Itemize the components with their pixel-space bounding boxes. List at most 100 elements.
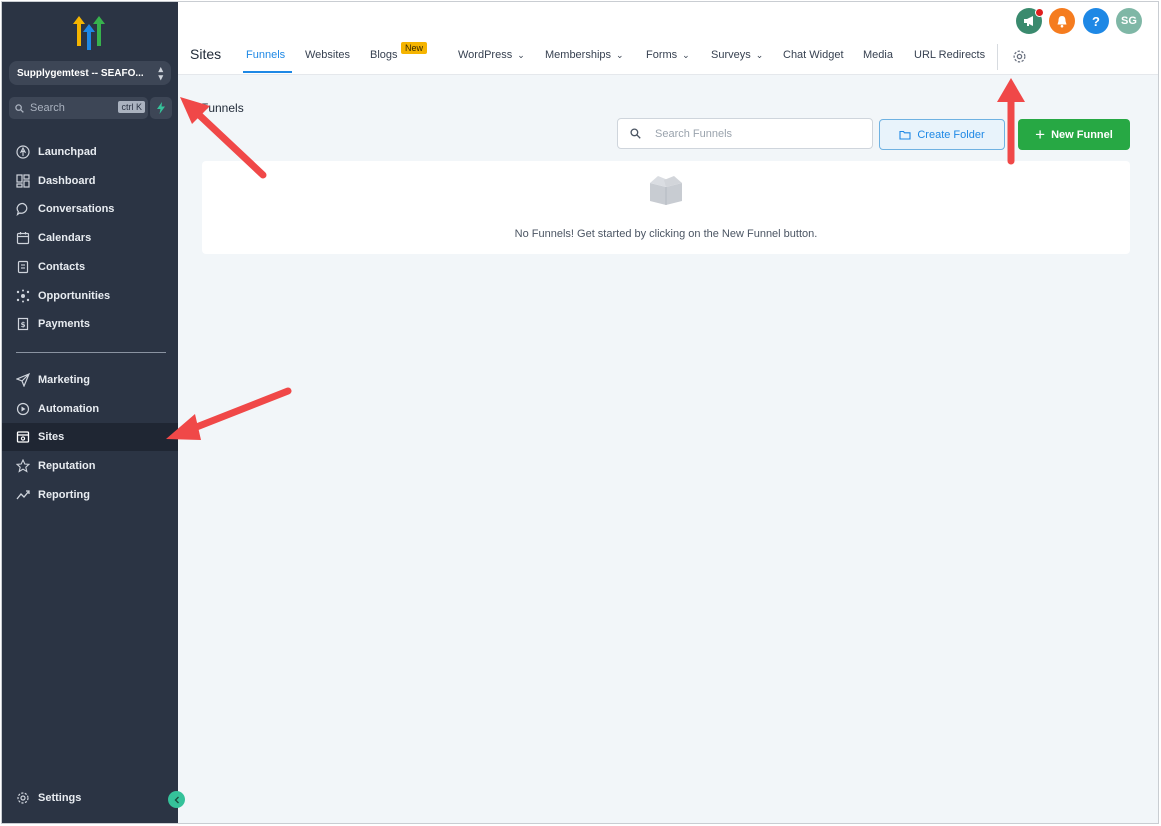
sidebar-item-label: Sites [38,431,65,443]
tab-label: Websites [305,49,351,61]
chevron-down-icon: ⌄ [616,49,624,60]
tab-funnels[interactable]: Funnels [246,49,285,61]
tab-surveys[interactable]: Surveys ⌄ [711,49,763,61]
create-folder-button[interactable]: Create Folder [879,119,1005,150]
top-bar: Sites Funnels Websites Blogs New WordPre… [178,2,1158,75]
tab-label: Blogs [370,49,398,61]
search-funnels-input[interactable] [655,127,855,140]
sidebar-item-conversations[interactable]: Conversations [2,195,178,223]
play-circle-icon [16,402,30,416]
sidebar: Supplygemtest -- SEAFO... ▴ ▾ Search ctrl… [2,2,178,823]
tab-media[interactable]: Media [863,49,893,61]
sidebar-divider [16,352,166,353]
calendar-icon [16,232,30,245]
empty-box-icon [650,176,682,205]
sidebar-item-launchpad[interactable]: Launchpad [2,138,178,166]
sidebar-item-dashboard[interactable]: Dashboard [2,167,178,195]
avatar[interactable]: SG [1116,8,1142,34]
sidebar-item-contacts[interactable]: Contacts [2,253,178,281]
notification-dot [1035,8,1044,17]
sidebar-item-calendars[interactable]: Calendars [2,224,178,252]
bell-icon [1057,15,1067,27]
sidebar-item-payments[interactable]: $ Payments [2,310,178,338]
new-funnel-label: New Funnel [1051,128,1113,141]
tab-chat-widget[interactable]: Chat Widget [783,49,844,61]
sidebar-item-label: Launchpad [38,146,97,158]
avatar-initials: SG [1121,15,1137,27]
new-funnel-button[interactable]: + New Funnel [1018,119,1130,150]
browser-window-icon [16,431,30,443]
sidebar-item-label: Reputation [38,460,96,472]
account-name: Supplygemtest -- SEAFO... [17,67,144,79]
sidebar-item-reporting[interactable]: Reporting [2,481,178,509]
rocket-icon [16,145,30,159]
collapse-sidebar-button[interactable] [168,791,185,808]
lightning-icon [157,102,165,114]
tab-label: Funnels [246,49,286,61]
receipt-icon: $ [17,317,29,331]
contact-book-icon [17,260,29,274]
new-badge: New [401,42,428,54]
create-folder-label: Create Folder [917,128,985,141]
up-down-chevron-icon: ▴ ▾ [158,64,163,82]
tab-label: Memberships [545,49,612,61]
trend-line-icon [16,490,30,500]
sidebar-item-label: Conversations [38,203,115,215]
app-window: Supplygemtest -- SEAFO... ▴ ▾ Search ctrl… [1,1,1159,824]
tab-label: URL Redirects [914,49,986,61]
tab-websites[interactable]: Websites [305,49,350,61]
sidebar-item-marketing[interactable]: Marketing [2,366,178,394]
send-icon [16,373,30,387]
sidebar-item-reputation[interactable]: Reputation [2,452,178,480]
sidebar-item-settings[interactable]: Settings [2,784,178,812]
tab-label: Chat Widget [783,49,844,61]
network-icon [16,289,30,303]
chevron-down-icon: ⌄ [755,49,764,60]
tab-separator [997,44,998,70]
tab-label: Surveys [711,49,751,61]
tab-label: Media [863,49,893,61]
section-title: Funnels [201,101,244,115]
tab-label: WordPress [458,49,513,61]
sidebar-item-label: Reporting [38,489,90,501]
help-button[interactable]: ? [1083,8,1109,34]
search-icon [630,128,641,139]
empty-state-card: No Funnels! Get started by clicking on t… [202,161,1130,254]
sidebar-item-label: Automation [38,403,100,415]
sidebar-search[interactable]: Search ctrl K [9,97,148,119]
chevron-left-icon [174,796,179,803]
sidebar-item-label: Opportunities [38,290,111,302]
search-icon [15,103,24,113]
shortcut-badge: ctrl K [118,101,145,113]
sidebar-item-label: Marketing [38,374,90,386]
sidebar-item-label: Calendars [38,232,92,244]
sidebar-item-automation[interactable]: Automation [2,395,178,423]
svg-text:$: $ [21,321,26,329]
sidebar-search-placeholder: Search [30,102,65,114]
sidebar-item-sites[interactable]: Sites [2,423,178,451]
chat-bubble-icon [16,202,28,216]
sidebar-item-label: Dashboard [38,175,96,187]
app-logo-icon [73,16,105,50]
tab-blogs[interactable]: Blogs [370,49,398,61]
tab-memberships[interactable]: Memberships ⌄ [545,49,624,61]
page-title: Sites [190,46,222,62]
chevron-down-icon: ⌄ [682,49,690,60]
plus-icon: + [1035,124,1046,144]
search-funnels-field[interactable] [617,118,873,149]
account-switcher[interactable]: Supplygemtest -- SEAFO... ▴ ▾ [9,61,171,85]
empty-state-message: No Funnels! Get started by clicking on t… [514,228,818,240]
tab-forms[interactable]: Forms ⌄ [646,49,690,61]
tab-url-redirects[interactable]: URL Redirects [914,49,985,61]
tab-label: Forms [646,49,678,61]
quick-action-button[interactable] [150,97,172,119]
sidebar-item-opportunities[interactable]: Opportunities [2,282,178,310]
active-tab-indicator [243,71,292,73]
question-mark-icon: ? [1092,13,1100,29]
notifications-button[interactable] [1049,8,1075,34]
grid-icon [16,174,30,188]
sites-settings-gear-icon[interactable] [1012,49,1027,64]
sidebar-item-label: Payments [38,318,90,330]
tab-wordpress[interactable]: WordPress ⌄ [458,49,525,61]
gear-icon [17,792,29,804]
